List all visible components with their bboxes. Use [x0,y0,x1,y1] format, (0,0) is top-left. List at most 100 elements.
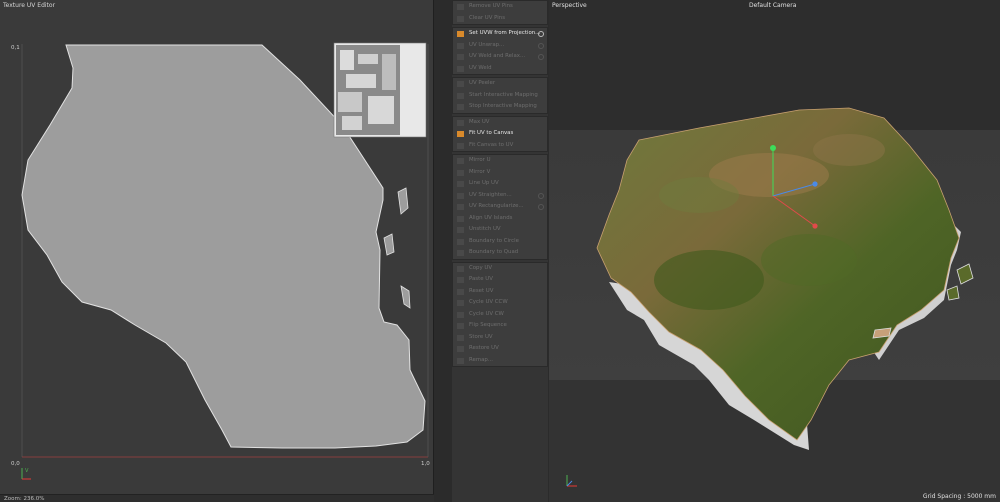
terrain-patch [761,234,857,286]
command-icon [457,346,464,352]
command-store-uv[interactable]: Store UV [453,332,547,344]
command-mirror-v[interactable]: Mirror V [453,167,547,179]
command-label: Copy UV [469,264,493,271]
command-label: Remap... [469,356,493,363]
command-unstitch-uv[interactable]: Unstitch UV [453,224,547,236]
command-icon [457,169,464,176]
command-uv-straighten[interactable]: UV Straighten... [453,190,547,202]
uv-island-small[interactable] [400,285,411,309]
command-icon [457,119,464,126]
command-label: Flip Sequence [469,322,507,328]
command-icon [457,227,464,233]
terrain-patch [659,177,739,213]
uv-editor-title: Texture UV Editor [3,2,56,9]
command-group: Remove UV Pins Clear UV Pins [452,0,548,25]
command-label: Start Interactive Mapping [469,91,538,98]
command-uv-unwrap[interactable]: UV Unwrap... [453,40,547,52]
command-copy-uv[interactable]: Copy UV [453,263,547,275]
uv-island-small[interactable] [397,187,409,215]
command-remap[interactable]: Remap... [453,355,547,367]
command-uv-weld-and-relax[interactable]: UV Weld and Relax... [453,51,547,63]
uv-command-palette: Remove UV Pins Clear UV Pins Set UVW from … [452,0,548,502]
command-label: Set UVW from Projection... [469,30,541,36]
command-label: Align UV Islands [469,214,513,221]
command-label: Restore UV [469,345,499,351]
command-icon [457,288,464,295]
command-label: Mirror U [469,157,491,163]
command-fit-uv-to-canvas[interactable]: Fit UV to Canvas [453,128,547,140]
terrain-patch [813,134,885,166]
terrain-patch [654,250,764,310]
command-label: UV Rectangularize... [469,203,524,209]
gear-icon[interactable] [538,42,544,49]
command-label: UV Weld [469,64,492,71]
command-set-uvw-from-projection[interactable]: Set UVW from Projection... [453,28,547,40]
command-restore-uv[interactable]: Restore UV [453,343,547,355]
command-label: Paste UV [469,276,493,282]
command-label: Clear UV Pins [469,14,506,21]
command-group: UV Peeler Start Interactive Mapping Stop I… [452,77,548,114]
command-cycle-uv-ccw[interactable]: Cycle UV CCW [453,297,547,309]
viewport-title[interactable]: Perspective [552,2,587,9]
command-remove-uv-pins[interactable]: Remove UV Pins [453,1,547,13]
command-icon [457,142,464,149]
uv-axis-right-label: 1,0 [421,461,430,467]
command-icon [457,300,464,306]
gear-icon[interactable] [538,54,544,60]
command-label: Cycle UV CCW [469,299,508,305]
command-boundary-to-circle[interactable]: Boundary to Circle [453,236,547,248]
command-label: UV Straighten... [469,191,512,198]
uv-canvas[interactable]: 0,1 0,0 1,0 V [0,10,434,494]
command-icon [457,92,464,99]
command-line-up-uv[interactable]: Line Up UV [453,178,547,190]
command-icon [457,31,464,37]
command-icon [457,158,464,164]
command-boundary-to-quad[interactable]: Boundary to Quad [453,247,547,259]
command-group: Copy UV Paste UV Reset UV Cycle UV CCW Cycle… [452,261,548,367]
command-group: Set UVW from Projection... UV Unwrap... UV… [452,27,548,75]
gear-icon[interactable] [538,204,544,210]
gear-icon[interactable] [538,192,544,199]
command-label: Cycle UV CW [469,310,504,317]
command-align-uv-islands[interactable]: Align UV Islands [453,213,547,225]
command-icon [457,334,464,341]
command-fit-canvas-to-uv[interactable]: Fit Canvas to UV [453,140,547,152]
command-label: UV Peeler [469,80,496,86]
command-icon [457,65,464,72]
command-label: Stop Interactive Mapping [469,103,537,109]
command-paste-uv[interactable]: Paste UV [453,274,547,286]
command-start-interactive-mapping[interactable]: Start Interactive Mapping [453,90,547,102]
command-stop-interactive-mapping[interactable]: Stop Interactive Mapping [453,101,547,113]
command-label: Mirror V [469,168,491,175]
command-icon [457,104,464,110]
command-icon [457,204,464,210]
viewport-scene[interactable] [549,0,1000,502]
command-uv-weld[interactable]: UV Weld [453,63,547,75]
uv-island-small[interactable] [383,233,395,256]
command-label: Line Up UV [469,180,499,186]
command-max-uv[interactable]: Max UV [453,117,547,129]
uv-axis-top-label: 0,1 [11,45,20,51]
command-flip-sequence[interactable]: Flip Sequence [453,320,547,332]
command-clear-uv-pins[interactable]: Clear UV Pins [453,13,547,25]
viewport-background [549,0,1000,130]
viewport-camera-label[interactable]: Default Camera [749,2,796,9]
command-label: Unstitch UV [469,226,501,232]
command-reset-uv[interactable]: Reset UV [453,286,547,298]
command-label: Fit UV to Canvas [469,130,514,136]
command-uv-rectangularize[interactable]: UV Rectangularize... [453,201,547,213]
command-icon [457,238,464,245]
command-icon [457,265,464,272]
command-label: UV Weld and Relax... [469,53,526,59]
gear-icon[interactable] [538,31,544,37]
command-group: Max UV Fit UV to Canvas Fit Canvas to UV [452,115,548,152]
command-label: Reset UV [469,287,494,294]
command-label: Max UV [469,118,490,125]
perspective-viewport[interactable]: Perspective Default Camera Grid Spacing … [549,0,1000,502]
command-uv-peeler[interactable]: UV Peeler [453,78,547,90]
command-cycle-uv-cw[interactable]: Cycle UV CW [453,309,547,321]
command-label: Store UV [469,333,493,340]
command-group: Mirror U Mirror V Line Up UV UV Straighten.… [452,154,548,260]
uv-axis-origin-label: 0,0 [11,461,20,467]
command-mirror-u[interactable]: Mirror U [453,155,547,167]
